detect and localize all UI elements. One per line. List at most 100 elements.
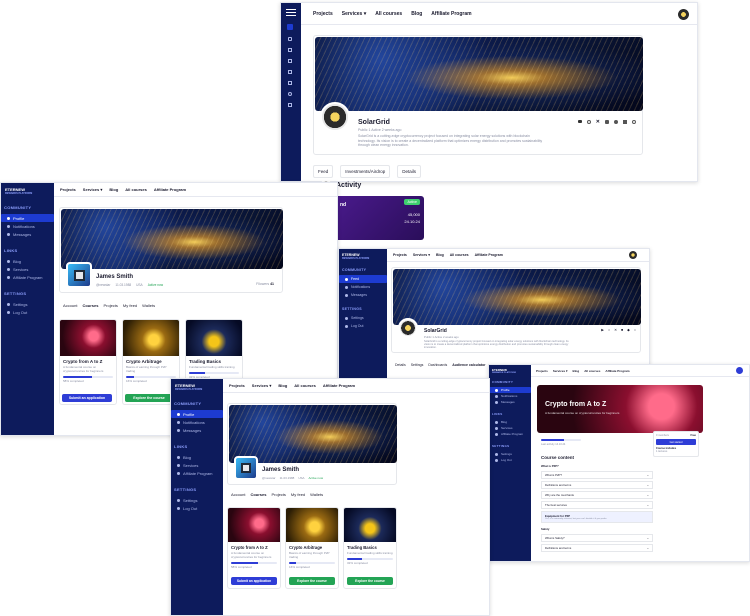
bell-icon[interactable] (288, 37, 292, 41)
accordion-item[interactable]: What is P2P? ⌄ (541, 471, 653, 479)
explore-course-button[interactable]: Explore the course (347, 577, 393, 585)
activity-card[interactable]: nd Active 45,000 24.10.24 (334, 196, 424, 240)
link-icon[interactable]: ○ (608, 328, 610, 332)
mail-icon[interactable] (288, 48, 292, 52)
tab-projects[interactable]: Projects (103, 303, 117, 308)
sidebar-item-messages[interactable]: Messages (339, 291, 387, 299)
nav-blog[interactable]: Blog (278, 383, 287, 388)
nav-services[interactable]: Services ▾ (413, 253, 430, 257)
get-started-button[interactable]: Get started (656, 439, 696, 445)
nav-affiliate[interactable]: Affiliate Program (431, 11, 471, 17)
accordion-item[interactable]: Why are the merchants ⌄ (541, 491, 653, 499)
x-icon[interactable]: ✕ (596, 120, 600, 125)
tab-my-feed[interactable]: My feed (123, 303, 137, 308)
nav-all-courses[interactable]: All courses (450, 253, 469, 257)
tab-settings[interactable]: Settings (411, 363, 424, 367)
nav-affiliate[interactable]: Affiliate Program (605, 369, 629, 373)
nav-blog[interactable]: Blog (573, 369, 580, 373)
nav-blog[interactable]: Blog (411, 11, 422, 17)
tab-wallets[interactable]: Wallets (310, 492, 323, 497)
accordion-item-open[interactable]: Equipment for P2P Yes, it is extremely r… (541, 511, 653, 523)
nav-all-courses[interactable]: All courses (584, 369, 600, 373)
explore-course-button[interactable]: Explore the course (289, 577, 335, 585)
youtube-icon[interactable] (577, 120, 582, 123)
nav-projects[interactable]: Projects (229, 383, 245, 388)
tab-details[interactable]: Details (395, 363, 406, 367)
sidebar-item-affiliate[interactable]: Affiliate Program (171, 469, 223, 477)
tab-feed[interactable]: Feed (313, 165, 334, 178)
youtube-icon[interactable]: ▶ (601, 328, 604, 332)
discord-icon[interactable] (605, 120, 609, 124)
tab-projects[interactable]: Projects (271, 492, 285, 497)
globe-icon[interactable] (632, 120, 636, 124)
sidebar-item-feed[interactable]: Feed (339, 275, 387, 283)
sidebar-item-logout[interactable]: Log Out (171, 504, 223, 512)
nav-all-courses[interactable]: All courses (125, 187, 147, 192)
link-icon[interactable] (586, 120, 591, 124)
accordion-item[interactable]: What is Safety? ⌄ (541, 534, 653, 542)
tab-courses[interactable]: Courses (250, 492, 266, 497)
tab-my-feed[interactable]: My feed (291, 492, 305, 497)
nav-services[interactable]: Services ▾ (83, 187, 103, 192)
tab-audience-calculator[interactable]: Audience calculator (452, 363, 485, 367)
services-icon[interactable] (288, 70, 292, 74)
sidebar-item-messages[interactable]: Messages (171, 426, 223, 434)
user-avatar[interactable] (629, 251, 637, 259)
sidebar-item-notifications[interactable]: Notifications (171, 418, 223, 426)
sidebar-item-settings[interactable]: Settings (171, 496, 223, 504)
tab-investments[interactable]: Investments/Airdrop (340, 165, 391, 178)
submit-application-button[interactable]: Submit an application (231, 577, 277, 585)
sidebar-item-notifications[interactable]: Notifications (339, 283, 387, 291)
brand-logo[interactable]: ETERNEW REWARDS PLATFORM (489, 365, 531, 380)
tab-details[interactable]: Details (397, 165, 422, 178)
tab-account[interactable]: Account (63, 303, 77, 308)
sidebar-item-blog[interactable]: Blog (171, 453, 223, 461)
accordion-item[interactable]: Definitions and terms ⌄ (541, 544, 653, 552)
tab-courses[interactable]: Courses (82, 303, 98, 308)
nav-services[interactable]: Services ▾ (342, 11, 366, 17)
followers[interactable]: Fllowers 41 (256, 282, 274, 286)
medium-icon[interactable] (623, 120, 627, 124)
sidebar-item-services[interactable]: Services (171, 461, 223, 469)
nav-projects[interactable]: Projects (393, 253, 407, 257)
affiliate-icon[interactable] (288, 81, 292, 85)
tab-account[interactable]: Account (231, 492, 245, 497)
nav-services[interactable]: Services ▾ (553, 369, 568, 373)
sidebar-item-logout[interactable]: Log Out (339, 322, 387, 330)
nav-projects[interactable]: Projects (60, 187, 76, 192)
blog-icon[interactable] (288, 59, 292, 63)
user-avatar[interactable] (678, 9, 689, 20)
profile-icon[interactable] (287, 24, 293, 30)
settings-icon[interactable] (288, 92, 292, 96)
nav-affiliate[interactable]: Affiliate Program (475, 253, 503, 257)
submit-application-button[interactable]: Submit an application (62, 394, 112, 402)
sidebar-item-settings[interactable]: Settings (339, 314, 387, 322)
sidebar-item-messages[interactable]: Messages (1, 230, 54, 238)
tab-wallets[interactable]: Wallets (142, 303, 155, 308)
brand-logo[interactable]: ETERNEW REWARDS PLATFORM (171, 379, 223, 401)
nav-blog[interactable]: Blog (109, 187, 118, 192)
logout-icon[interactable] (288, 103, 292, 107)
sidebar-item-settings[interactable]: Settings (1, 300, 54, 308)
nav-services[interactable]: Services ▾ (252, 383, 272, 388)
sidebar-item-profile[interactable]: Profile (171, 410, 223, 418)
globe-icon[interactable]: ○ (634, 328, 636, 332)
sidebar-item-logout[interactable]: Log Out (489, 457, 531, 463)
accordion-item[interactable]: The best services ⌄ (541, 501, 653, 509)
nav-all-courses[interactable]: All courses (294, 383, 316, 388)
nav-projects[interactable]: Projects (313, 11, 333, 17)
nav-all-courses[interactable]: All courses (375, 11, 402, 17)
sidebar-item-logout[interactable]: Log Out (1, 308, 54, 316)
sidebar-item-affiliate[interactable]: Affiliate Program (1, 273, 54, 281)
sidebar-item-profile[interactable]: Profile (1, 214, 54, 222)
course-card[interactable]: Crypto from A to Z A fundamental course … (59, 319, 117, 405)
nav-affiliate[interactable]: Affiliate Program (154, 187, 186, 192)
user-avatar[interactable] (736, 367, 743, 374)
discord-icon[interactable]: ■ (621, 328, 623, 332)
telegram-icon[interactable] (614, 120, 618, 124)
nav-projects[interactable]: Projects (536, 369, 548, 373)
sidebar-item-services[interactable]: Services (1, 265, 54, 273)
sidebar-item-blog[interactable]: Blog (1, 257, 54, 265)
telegram-icon[interactable]: ◆ (627, 328, 630, 332)
x-icon[interactable]: ✕ (614, 328, 617, 332)
